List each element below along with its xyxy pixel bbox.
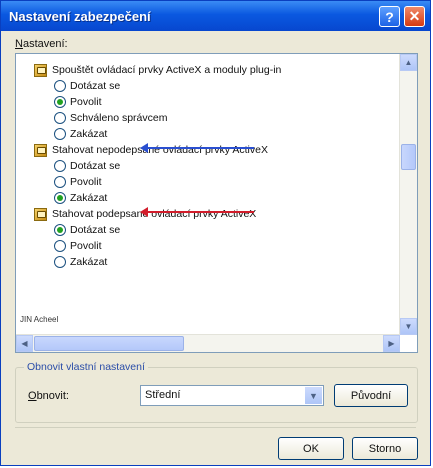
- help-button[interactable]: ?: [379, 6, 400, 27]
- option-label: Zakázat: [70, 128, 108, 140]
- tree-option[interactable]: Povolit: [54, 238, 102, 254]
- radio-button[interactable]: [54, 176, 66, 188]
- ok-button[interactable]: OK: [278, 437, 344, 460]
- cancel-button[interactable]: Storno: [352, 437, 418, 460]
- tree-option[interactable]: Zakázat: [54, 126, 107, 142]
- tree-option[interactable]: Povolit: [54, 174, 102, 190]
- option-label: Dotázat se: [70, 80, 121, 92]
- radio-button[interactable]: [54, 96, 66, 108]
- divider: [15, 427, 416, 428]
- category-label: Stahovat podepsané ovládací prvky Active…: [52, 208, 257, 220]
- tree-option[interactable]: Dotázat se: [54, 222, 120, 238]
- security-level-value: Střední: [145, 389, 181, 401]
- security-settings-dialog: Nastavení zabezpečení ? ✕ Nastavení: Spo…: [0, 0, 431, 466]
- option-label: Povolit: [70, 96, 102, 108]
- horizontal-scrollbar[interactable]: ◀ ▶: [16, 334, 400, 352]
- option-label: Zakázat: [70, 192, 108, 204]
- tree-cutoff-text: JIN Acheel: [20, 314, 59, 324]
- group-legend: Obnovit vlastní nastavení: [24, 361, 148, 373]
- scroll-down-button[interactable]: ▼: [400, 318, 417, 335]
- category-label: Stahovat nepodepsané ovládací prvky Acti…: [52, 144, 268, 156]
- horizontal-scroll-thumb[interactable]: [34, 336, 184, 351]
- security-level-select[interactable]: Střední ▼: [140, 385, 324, 406]
- settings-tree[interactable]: Spouštět ovládací prvky ActiveX a moduly…: [15, 53, 418, 353]
- category-label: Spouštět ovládací prvky ActiveX a moduly…: [52, 64, 282, 76]
- vertical-scrollbar[interactable]: ▲ ▼: [399, 54, 417, 335]
- radio-button[interactable]: [54, 112, 66, 124]
- option-label: Schváleno správcem: [70, 112, 168, 124]
- radio-button[interactable]: [54, 160, 66, 172]
- close-button[interactable]: ✕: [404, 6, 425, 27]
- settings-label: Nastavení:: [15, 38, 68, 50]
- option-label: Dotázat se: [70, 224, 121, 236]
- arrow-annotation-blue: [140, 143, 254, 153]
- scroll-right-button[interactable]: ▶: [383, 335, 400, 352]
- tree-category[interactable]: Stahovat nepodepsané ovládací prvky Acti…: [34, 142, 268, 158]
- option-label: Povolit: [70, 240, 102, 252]
- title-bar[interactable]: Nastavení zabezpečení ? ✕: [1, 1, 430, 31]
- tree-option[interactable]: Dotázat se: [54, 158, 120, 174]
- tree-option[interactable]: Zakázat: [54, 254, 107, 270]
- option-label: Povolit: [70, 176, 102, 188]
- reset-custom-settings-group: Obnovit vlastní nastavení Obnovit: Střed…: [15, 361, 418, 423]
- settings-category-icon: [34, 143, 47, 157]
- radio-button[interactable]: [54, 80, 66, 92]
- settings-category-icon: [34, 207, 47, 221]
- radio-button[interactable]: [54, 240, 66, 252]
- option-label: Zakázat: [70, 256, 108, 268]
- reset-label: Obnovit:: [28, 390, 69, 402]
- tree-option[interactable]: Zakázat: [54, 190, 107, 206]
- reset-button[interactable]: Původní: [334, 384, 408, 407]
- radio-button[interactable]: [54, 192, 66, 204]
- chevron-down-icon[interactable]: ▼: [305, 387, 322, 404]
- settings-category-icon: [34, 63, 47, 77]
- scroll-left-button[interactable]: ◀: [16, 335, 33, 352]
- tree-option[interactable]: Povolit: [54, 94, 102, 110]
- scroll-thumb[interactable]: [401, 144, 416, 170]
- tree-category[interactable]: Spouštět ovládací prvky ActiveX a moduly…: [34, 62, 281, 78]
- radio-button[interactable]: [54, 256, 66, 268]
- tree-option[interactable]: Schváleno správcem: [54, 110, 167, 126]
- tree-option[interactable]: Dotázat se: [54, 78, 120, 94]
- radio-button[interactable]: [54, 224, 66, 236]
- option-label: Dotázat se: [70, 160, 121, 172]
- radio-button[interactable]: [54, 128, 66, 140]
- scroll-up-button[interactable]: ▲: [400, 54, 417, 71]
- arrow-annotation-red: [140, 207, 254, 217]
- window-title: Nastavení zabezpečení: [9, 8, 151, 24]
